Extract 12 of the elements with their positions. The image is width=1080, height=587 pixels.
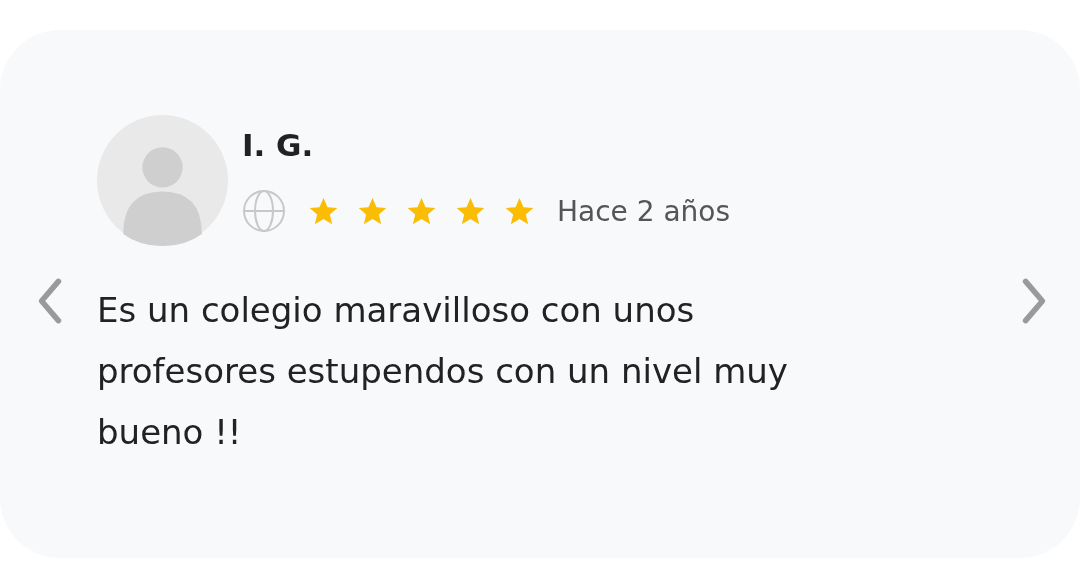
globe-icon bbox=[242, 189, 286, 233]
chevron-right-icon[interactable] bbox=[1020, 277, 1048, 325]
chevron-left-icon[interactable] bbox=[36, 277, 64, 325]
star-icon bbox=[308, 195, 339, 227]
review-text: Es un colegio maravilloso con unos profesores estupendos con un nivel muy bueno !! bbox=[97, 289, 789, 454]
star-icon bbox=[357, 195, 388, 227]
avatar-icon bbox=[97, 115, 228, 246]
star-icon bbox=[406, 195, 437, 227]
star-icon bbox=[504, 195, 535, 227]
reviewer-name: I. G. bbox=[242, 126, 315, 165]
star-icon bbox=[455, 195, 486, 227]
review-time: Hace 2 años bbox=[557, 194, 731, 228]
